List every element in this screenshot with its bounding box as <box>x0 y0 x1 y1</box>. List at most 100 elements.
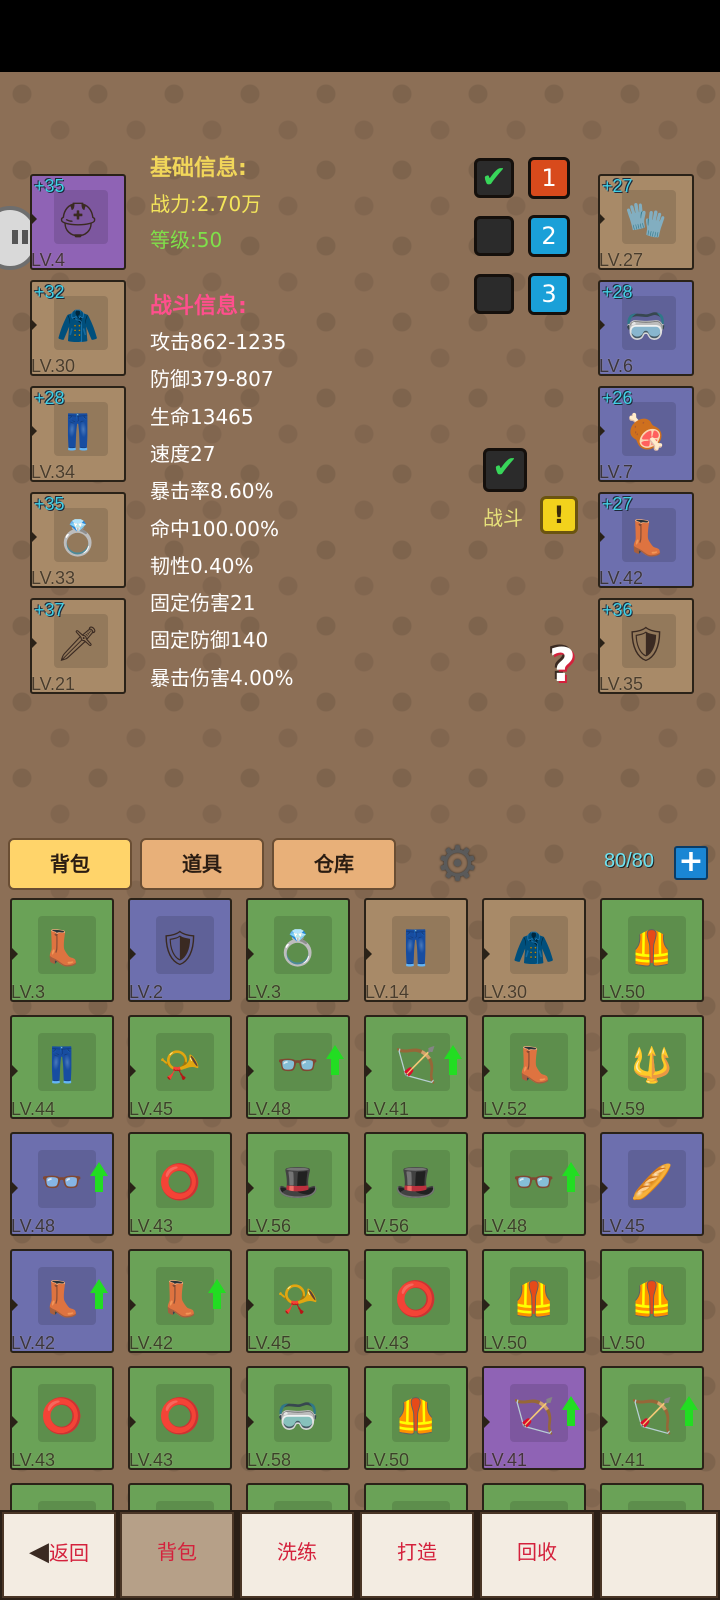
equipment-slot[interactable]: 💍 +35 LV.33 <box>30 492 126 588</box>
horn-icon: 📯 <box>276 1279 320 1320</box>
equipment-slot[interactable]: 👢 +27 LV.42 <box>598 492 694 588</box>
item-level: LV.43 <box>129 1216 174 1236</box>
nav-empty-slot[interactable] <box>600 1512 718 1598</box>
equipment-slot[interactable]: 👖 +28 LV.34 <box>30 386 126 482</box>
expand-bag-button[interactable]: + <box>674 846 708 880</box>
tab-warehouse[interactable]: 仓库 <box>272 838 396 890</box>
nav-recycle[interactable]: 回收 <box>480 1512 594 1598</box>
item-level: LV.3 <box>11 982 46 1002</box>
battle-stat: 暴击率8.60% <box>150 479 274 504</box>
item-level: LV.43 <box>365 1333 410 1353</box>
inventory-item[interactable]: 🦺 LV.50 <box>364 1366 468 1470</box>
inventory-item[interactable]: 👓 LV.48 <box>482 1132 586 1236</box>
inventory-item[interactable]: ⭕ LV.43 <box>364 1249 468 1353</box>
inventory-item[interactable]: 🧥 LV.30 <box>482 898 586 1002</box>
inventory-item[interactable]: 👢 LV.42 <box>10 1249 114 1353</box>
slot-frame <box>510 1501 568 1510</box>
inventory-item[interactable]: 🎩 LV.56 <box>246 1132 350 1236</box>
inventory-item[interactable]: ⭕ LV.43 <box>128 1132 232 1236</box>
battle-info-title: 战斗信息: <box>150 294 247 319</box>
inventory-item[interactable]: 🎩 LV.56 <box>364 1132 468 1236</box>
slot-frame <box>628 1501 686 1510</box>
inventory-item[interactable]: 🥖 LV.45 <box>600 1132 704 1236</box>
inventory-item[interactable]: 👢 LV.3 <box>10 898 114 1002</box>
battle-stat: 暴击伤害4.00% <box>150 665 294 690</box>
preset-checkbox-1[interactable]: ✔ <box>474 158 514 198</box>
inventory-item[interactable]: 🏹 LV.41 <box>600 1366 704 1470</box>
inventory-item[interactable]: 👢 LV.52 <box>482 1015 586 1119</box>
nav-refine[interactable]: 洗练 <box>240 1512 354 1598</box>
inventory-item[interactable]: 🦺 LV.50 <box>600 1249 704 1353</box>
inventory-item[interactable]: 🦺 LV.50 <box>482 1249 586 1353</box>
battle-stat: 生命13465 <box>150 404 254 429</box>
inventory-item[interactable]: 🗡 <box>10 1483 114 1510</box>
battle-alert-button[interactable]: ! <box>540 496 578 534</box>
boots-icon: 👢 <box>624 518 668 559</box>
item-level: LV.41 <box>365 1099 410 1119</box>
inventory-item[interactable] <box>128 1483 232 1510</box>
equipment-slot[interactable]: 🧥 +32 LV.30 <box>30 280 126 376</box>
preset-checkbox-3[interactable] <box>474 274 514 314</box>
inventory-item[interactable]: ⭕ LV.43 <box>10 1366 114 1470</box>
basic-info-title: 基础信息: <box>150 156 247 181</box>
inventory-item[interactable]: 💍 LV.3 <box>246 898 350 1002</box>
inventory-item[interactable]: 🏹 LV.41 <box>364 1015 468 1119</box>
preset-button-1[interactable]: 1 <box>528 157 570 199</box>
boots-icon: 👢 <box>40 928 84 969</box>
battle-checkbox[interactable]: ✔ <box>483 448 527 492</box>
item-level: LV.59 <box>601 1099 646 1119</box>
equipment-slot[interactable]: 🛡 +36 LV.35 <box>598 598 694 694</box>
item-level: LV.42 <box>129 1333 174 1353</box>
inventory-item[interactable]: 👓 LV.48 <box>10 1132 114 1236</box>
shield-lock-icon: 🛡 <box>158 928 202 969</box>
inventory-item[interactable]: 👓 LV.48 <box>246 1015 350 1119</box>
help-button[interactable]: ? <box>549 642 576 688</box>
item-level: LV.43 <box>129 1450 174 1470</box>
chat-icon <box>12 230 18 244</box>
inventory-item[interactable]: 📯 LV.45 <box>246 1249 350 1353</box>
equipment-slot[interactable]: 🥽 +28 LV.6 <box>598 280 694 376</box>
back-label: 返回 <box>49 1541 89 1565</box>
item-level: LV.43 <box>11 1450 56 1470</box>
inventory-item[interactable]: 🦺 LV.50 <box>600 898 704 1002</box>
inventory-item[interactable]: 👖 <box>364 1483 468 1510</box>
bread-icon: 🥖 <box>630 1162 674 1203</box>
level-value: 等级:50 <box>150 228 223 252</box>
nav-forge[interactable]: 打造 <box>360 1512 474 1598</box>
equipment-slot[interactable]: 🍖 +26 LV.7 <box>598 386 694 482</box>
pants-icon: 👖 <box>40 1045 84 1086</box>
battle-label: 战斗 <box>483 506 523 530</box>
inventory-item[interactable]: 👖 LV.44 <box>10 1015 114 1119</box>
inventory-item[interactable]: 🏹 LV.41 <box>482 1366 586 1470</box>
upgrade-arrow-icon <box>680 1396 698 1426</box>
settings-icon[interactable]: ⚙ <box>436 840 479 888</box>
inventory-item[interactable]: 🛡 LV.2 <box>128 898 232 1002</box>
inventory-item[interactable]: 🎩 <box>600 1483 704 1510</box>
armor-icon: 🦺 <box>394 1396 438 1437</box>
inventory-item[interactable]: 👖 LV.14 <box>364 898 468 1002</box>
inventory-item[interactable]: ⭕ LV.43 <box>128 1366 232 1470</box>
bag-capacity: 80/80 <box>604 850 655 872</box>
preset-checkbox-2[interactable] <box>474 216 514 256</box>
inventory-item[interactable]: 🗡 <box>482 1483 586 1510</box>
ring-icon: 💍 <box>56 518 100 559</box>
tab-items[interactable]: 道具 <box>140 838 264 890</box>
item-level: LV.44 <box>11 1099 56 1119</box>
goggles-icon: 🥽 <box>276 1396 320 1437</box>
tab-bag[interactable]: 背包 <box>8 838 132 890</box>
equipment-slot[interactable]: 🧤 +27 LV.27 <box>598 174 694 270</box>
preset-button-2[interactable]: 2 <box>528 215 570 257</box>
pants-icon: 👖 <box>394 928 438 969</box>
equipment-slot[interactable]: ⛑ +35 LV.4 <box>30 174 126 270</box>
preset-button-3[interactable]: 3 <box>528 273 570 315</box>
back-button[interactable]: ◀返回 <box>2 1512 116 1598</box>
inventory-item[interactable] <box>246 1483 350 1510</box>
equipment-slot[interactable]: 🗡 +37 LV.21 <box>30 598 126 694</box>
nav-bag[interactable]: 背包 <box>120 1512 234 1598</box>
inventory-item[interactable]: 📯 LV.45 <box>128 1015 232 1119</box>
inventory-item[interactable]: 🔱 LV.59 <box>600 1015 704 1119</box>
item-level: LV.6 <box>599 356 634 376</box>
inventory-item[interactable]: 🥽 LV.58 <box>246 1366 350 1470</box>
glasses-icon: 👓 <box>276 1045 320 1086</box>
inventory-item[interactable]: 👢 LV.42 <box>128 1249 232 1353</box>
